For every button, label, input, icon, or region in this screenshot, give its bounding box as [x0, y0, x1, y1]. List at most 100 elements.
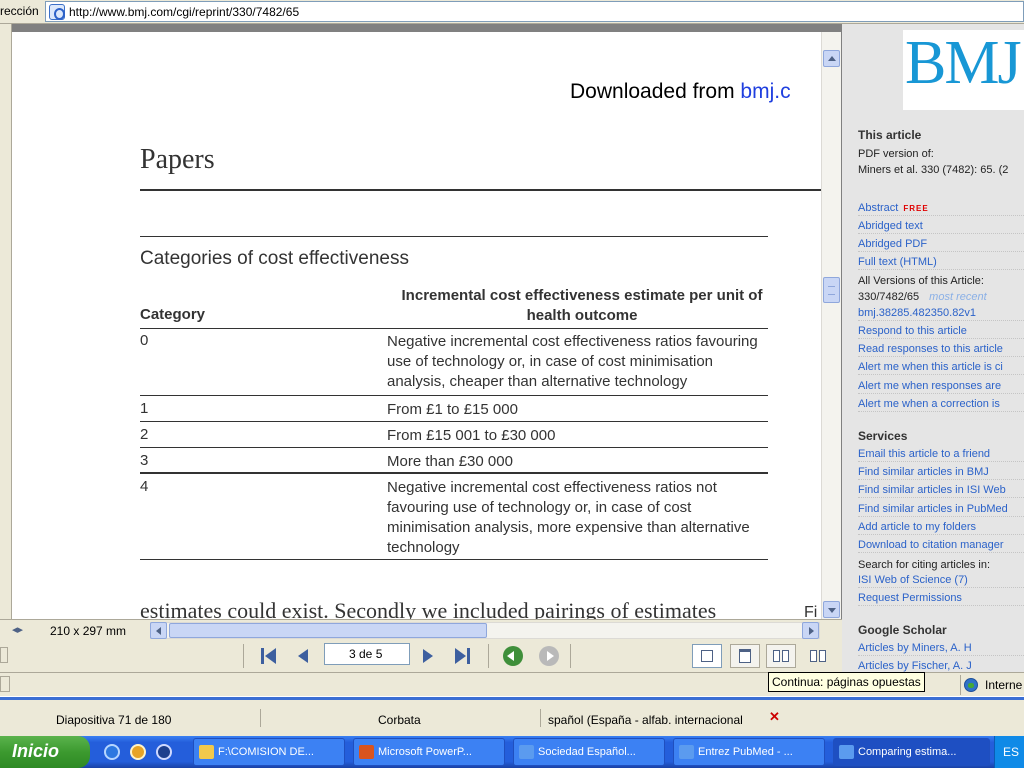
request-permissions-link[interactable]: Request Permissions	[858, 592, 1024, 606]
task-label[interactable]: Sociedad Español...	[538, 746, 636, 758]
article-sidebar: BMJ This article PDF version of: Miners …	[842, 24, 1024, 672]
facing-button[interactable]	[804, 644, 834, 668]
similar-bmj-link[interactable]: Find similar articles in BMJ	[858, 466, 1024, 480]
abridged-text-link[interactable]: Abridged text	[858, 220, 1024, 234]
go-back-view-icon[interactable]	[503, 646, 523, 666]
continuous-facing-button[interactable]	[766, 644, 796, 668]
version-id: 330/7482/65	[858, 291, 920, 303]
respond-link[interactable]: Respond to this article	[858, 325, 1024, 339]
toolbar-divider	[488, 644, 489, 668]
citation-text: Miners et al. 330 (7482): 65. (2	[858, 164, 1009, 176]
start-label[interactable]: Inicio	[12, 741, 59, 761]
scroll-up-button[interactable]	[823, 50, 840, 67]
last-page-icon[interactable]	[453, 646, 473, 666]
alert-cited-link[interactable]: Alert me when this article is ci	[858, 361, 1024, 375]
doi-link[interactable]: bmj.38285.482350.82v1	[858, 307, 1024, 321]
task-label[interactable]: F:\COMISION DE...	[218, 746, 314, 758]
navigation-toolbar: 3 de 5	[0, 640, 842, 672]
table-cell-description: More than £30 000	[387, 453, 513, 470]
similar-isi-link[interactable]: Find similar articles in ISI Web	[858, 484, 1024, 498]
table-header-incremental: Incremental cost effectiveness estimate …	[401, 287, 763, 324]
previous-page-icon[interactable]	[294, 646, 314, 666]
facing-page-left-icon	[810, 650, 817, 662]
security-zone: Interne	[960, 675, 1024, 695]
horizontal-scroll-thumb[interactable]	[169, 623, 487, 638]
outlook-quicklaunch-icon[interactable]	[130, 744, 146, 760]
alert-correction-link[interactable]: Alert me when a correction is	[858, 398, 1024, 412]
free-badge: FREE	[903, 204, 929, 213]
globe-icon	[964, 678, 978, 692]
toolbar-handle[interactable]	[0, 647, 8, 663]
continuous-button[interactable]	[730, 644, 760, 668]
toolbar-divider	[570, 644, 571, 668]
task-browser-comparing[interactable]: Comparing estima...	[833, 738, 990, 766]
single-page-button[interactable]	[692, 644, 722, 668]
abridged-pdf-link[interactable]: Abridged PDF	[858, 238, 1024, 252]
task-explorer[interactable]: F:\COMISION DE...	[193, 738, 345, 766]
section-title: Papers	[140, 144, 215, 175]
continuous-page-icon	[739, 649, 751, 663]
table-caption: Categories of cost effectiveness	[140, 248, 409, 269]
task-label[interactable]: Microsoft PowerP...	[378, 746, 472, 758]
full-text-link[interactable]: Full text (HTML)	[858, 256, 1024, 270]
isi-web-link[interactable]: ISI Web of Science (7)	[858, 574, 1024, 588]
spellcheck-icon[interactable]	[760, 709, 782, 726]
alert-responses-link[interactable]: Alert me when responses are	[858, 380, 1024, 394]
page-number-input[interactable]: 3 de 5	[324, 643, 410, 665]
scroll-down-button[interactable]	[823, 601, 840, 618]
first-page-icon[interactable]	[258, 646, 278, 666]
start-button[interactable]: Inicio	[0, 736, 90, 768]
ie-window-icon	[679, 745, 694, 759]
slide-counter: Diapositiva 71 de 180	[56, 713, 172, 727]
this-article-heading: This article	[858, 128, 922, 142]
facing-left-icon	[773, 650, 780, 662]
email-friend-link[interactable]: Email this article to a friend	[858, 448, 1024, 462]
vertical-scrollbar[interactable]	[821, 32, 841, 619]
language-code[interactable]: ES	[1003, 745, 1019, 759]
address-bar: rección http://www.bmj.com/cgi/reprint/3…	[0, 0, 1024, 24]
add-folders-link[interactable]: Add article to my folders	[858, 521, 1024, 535]
url-field[interactable]: http://www.bmj.com/cgi/reprint/330/7482/…	[45, 1, 1024, 22]
viewer-left-panel-edge[interactable]	[0, 24, 12, 619]
go-forward-view-icon[interactable]	[539, 646, 559, 666]
table-header-category: Category	[140, 306, 206, 323]
task-label[interactable]: Comparing estima...	[858, 746, 956, 758]
single-page-icon	[701, 650, 713, 662]
task-label[interactable]: Entrez PubMed - ...	[698, 746, 793, 758]
media-player-quicklaunch-icon[interactable]	[156, 744, 172, 760]
tooltip: Continua: páginas opuestas	[768, 672, 925, 692]
abstract-link[interactable]: Abstract FREE	[858, 202, 1024, 216]
next-page-icon[interactable]	[418, 646, 438, 666]
powerpoint-status-bar: Diapositiva 71 de 180 Corbata spañol (Es…	[0, 696, 1024, 736]
read-responses-link[interactable]: Read responses to this article	[858, 343, 1024, 357]
task-browser-pubmed[interactable]: Entrez PubMed - ...	[673, 738, 825, 766]
resize-arrows-icon[interactable]: ◂▸	[12, 623, 23, 636]
facing-page-right-icon	[819, 650, 826, 662]
language-tray[interactable]: ES	[994, 736, 1024, 768]
vertical-scroll-thumb[interactable]	[823, 277, 840, 303]
scroll-left-button[interactable]	[150, 622, 167, 639]
ie-quicklaunch-icon[interactable]	[104, 744, 120, 760]
download-citation-link[interactable]: Download to citation manager	[858, 539, 1024, 553]
articles-fischer-link[interactable]: Articles by Fischer, A. J	[858, 660, 1024, 672]
task-browser-sociedad[interactable]: Sociedad Español...	[513, 738, 665, 766]
table-cell-description: Negative incremental cost effectiveness …	[387, 333, 758, 390]
pdf-page: Downloaded from bmj.c Papers Categories …	[12, 32, 821, 619]
status-bar-edge	[0, 676, 10, 692]
table-top-rule	[140, 236, 768, 237]
table-row-rule	[140, 395, 768, 396]
horizontal-scrollbar[interactable]	[150, 622, 820, 639]
design-name: Corbata	[378, 713, 421, 727]
downloaded-from-link[interactable]: bmj.c	[740, 80, 790, 103]
table-cell-description: Negative incremental cost effectiveness …	[387, 479, 750, 556]
scroll-right-button[interactable]	[802, 622, 819, 639]
search-citing-label: Search for citing articles in:	[858, 559, 991, 571]
task-powerpoint[interactable]: Microsoft PowerP...	[353, 738, 505, 766]
bmj-logo-box[interactable]: BMJ	[903, 29, 1024, 110]
address-label: rección	[0, 4, 39, 18]
articles-miners-link[interactable]: Articles by Miners, A. H	[858, 642, 1024, 656]
url-text[interactable]: http://www.bmj.com/cgi/reprint/330/7482/…	[69, 5, 299, 19]
abstract-link-label[interactable]: Abstract	[858, 202, 898, 214]
table-row-rule	[140, 447, 768, 448]
similar-pubmed-link[interactable]: Find similar articles in PubMed	[858, 503, 1024, 517]
